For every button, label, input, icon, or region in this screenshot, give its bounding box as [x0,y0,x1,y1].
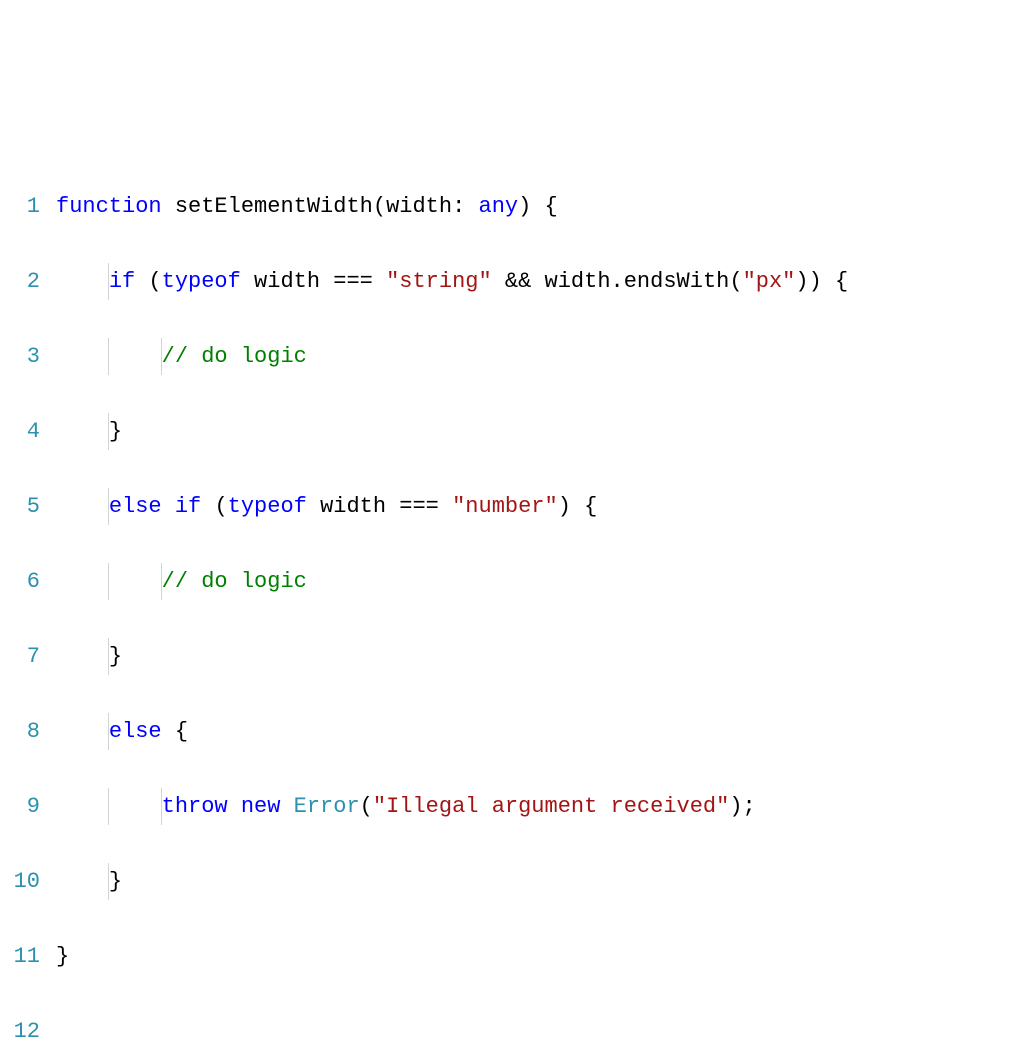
line-number: 1 [0,188,40,226]
code-line[interactable]: // do logic [56,338,1023,376]
code-line[interactable]: // do logic [56,563,1023,601]
code-line[interactable]: else if (typeof width === "number") { [56,488,1023,526]
code-line[interactable]: } [56,638,1023,676]
code-editor[interactable]: 1 2 3 4 5 6 7 8 9 10 11 12 13 14 functio… [0,150,1023,1058]
line-number: 8 [0,713,40,751]
line-number: 7 [0,638,40,676]
code-line[interactable]: function setElementWidth(width: any) { [56,188,1023,226]
line-number: 2 [0,263,40,301]
code-line[interactable]: if (typeof width === "string" && width.e… [56,263,1023,301]
code-line[interactable]: } [56,863,1023,901]
code-line[interactable]: } [56,413,1023,451]
line-number: 4 [0,413,40,451]
code-line[interactable]: else { [56,713,1023,751]
line-number: 10 [0,863,40,901]
line-number: 5 [0,488,40,526]
line-number: 11 [0,938,40,976]
line-number-gutter: 1 2 3 4 5 6 7 8 9 10 11 12 13 14 [0,150,56,1058]
line-number: 3 [0,338,40,376]
line-number: 6 [0,563,40,601]
code-area[interactable]: function setElementWidth(width: any) { i… [56,150,1023,1058]
code-line[interactable]: throw new Error("Illegal argument receiv… [56,788,1023,826]
line-number: 9 [0,788,40,826]
code-line[interactable]: } [56,938,1023,976]
line-number: 12 [0,1013,40,1051]
code-line[interactable] [56,1013,1023,1051]
